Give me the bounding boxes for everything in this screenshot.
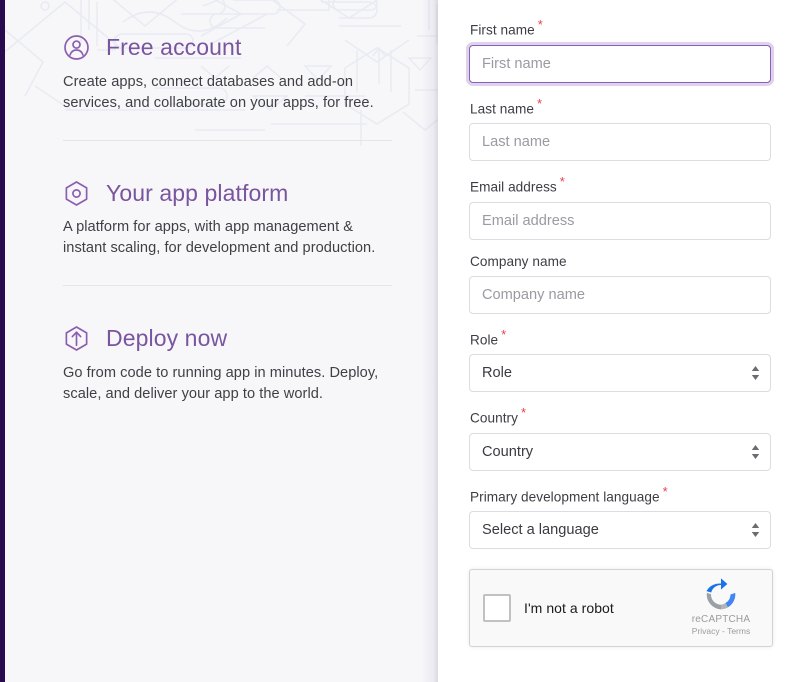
first-name-label-text: First name (470, 22, 535, 38)
hexagon-dot-icon (63, 180, 90, 207)
required-marker: * (501, 326, 507, 342)
recaptcha-privacy-terms-links[interactable]: Privacy - Terms (682, 626, 760, 637)
email-label: Email address * (470, 175, 772, 195)
section-divider (63, 285, 392, 287)
field-primary-development-language: Primary development language * Select a l… (469, 485, 772, 550)
feature-description: Create apps, connect databases and add-o… (63, 73, 374, 111)
signup-form-panel: First name* Last name* Email address* Co… (438, 0, 803, 682)
feature-description: Go from code to running app in minutes. … (63, 364, 379, 402)
feature-title: Your app platform (106, 179, 289, 206)
last-name-input[interactable] (469, 123, 771, 162)
last-name-label: Last name * (470, 97, 772, 117)
email-input[interactable] (469, 201, 771, 240)
email-label-text: Email address (470, 179, 557, 195)
required-marker: * (520, 405, 527, 421)
country-select-wrapper[interactable]: Country (469, 432, 771, 471)
language-label-text: Primary development language (470, 489, 660, 505)
required-marker: * (559, 174, 565, 190)
country-label: Country * (470, 406, 772, 426)
recaptcha-checkbox[interactable] (483, 594, 511, 623)
feature-heading-row: Deploy now (63, 325, 392, 353)
feature-app-platform: Your app platform A platform for apps, w… (5, 180, 438, 260)
feature-deploy-now: Deploy now Go from code to running app i… (5, 325, 438, 405)
country-select[interactable]: Country (469, 432, 771, 471)
recaptcha-widget[interactable]: I'm not a robot reCAPTCHA Privacy - Term… (469, 569, 773, 648)
section-divider (63, 139, 392, 141)
last-name-label-text: Last name (470, 101, 534, 117)
company-label-text: Company name (470, 253, 567, 269)
recaptcha-label: I'm not a robot (524, 600, 614, 617)
marketing-panel: Free account Create apps, connect databa… (0, 0, 438, 682)
feature-description: A platform for apps, with app management… (63, 219, 376, 257)
company-label: Company name (470, 254, 772, 269)
first-name-input[interactable] (469, 44, 771, 83)
company-input[interactable] (469, 275, 771, 314)
feature-heading-row: Your app platform (63, 180, 392, 208)
role-label-text: Role (470, 332, 499, 348)
required-marker: * (537, 17, 543, 32)
role-label: Role * (470, 328, 772, 348)
first-name-label: First name * (470, 18, 772, 38)
required-marker: * (662, 483, 668, 499)
recaptcha-logo-icon (706, 578, 736, 610)
country-label-text: Country (470, 410, 518, 426)
feature-free-account: Free account Create apps, connect databa… (5, 34, 438, 114)
field-email-address: Email address * (469, 175, 772, 240)
field-first-name: First name * (469, 18, 772, 83)
language-select[interactable]: Select a language (469, 511, 771, 550)
field-company-name: Company name (469, 254, 772, 314)
user-circle-icon (63, 34, 90, 61)
feature-list: Free account Create apps, connect databa… (5, 34, 438, 405)
signup-page: Free account Create apps, connect databa… (0, 0, 803, 682)
feature-title: Deploy now (106, 325, 228, 352)
role-select[interactable]: Role (469, 354, 771, 393)
field-last-name: Last name * (469, 97, 772, 162)
language-select-wrapper[interactable]: Select a language (469, 511, 771, 550)
field-country: Country * Country (469, 406, 772, 471)
feature-title: Free account (106, 34, 242, 60)
hexagon-arrow-up-icon (63, 325, 90, 352)
role-select-wrapper[interactable]: Role (469, 354, 771, 393)
recaptcha-branding: reCAPTCHA Privacy - Terms (682, 578, 760, 638)
feature-heading-row: Free account (63, 34, 392, 62)
language-label: Primary development language * (470, 485, 772, 505)
field-role: Role * Role (469, 328, 772, 393)
recaptcha-brand-name: reCAPTCHA (691, 614, 751, 626)
required-marker: * (536, 95, 543, 111)
